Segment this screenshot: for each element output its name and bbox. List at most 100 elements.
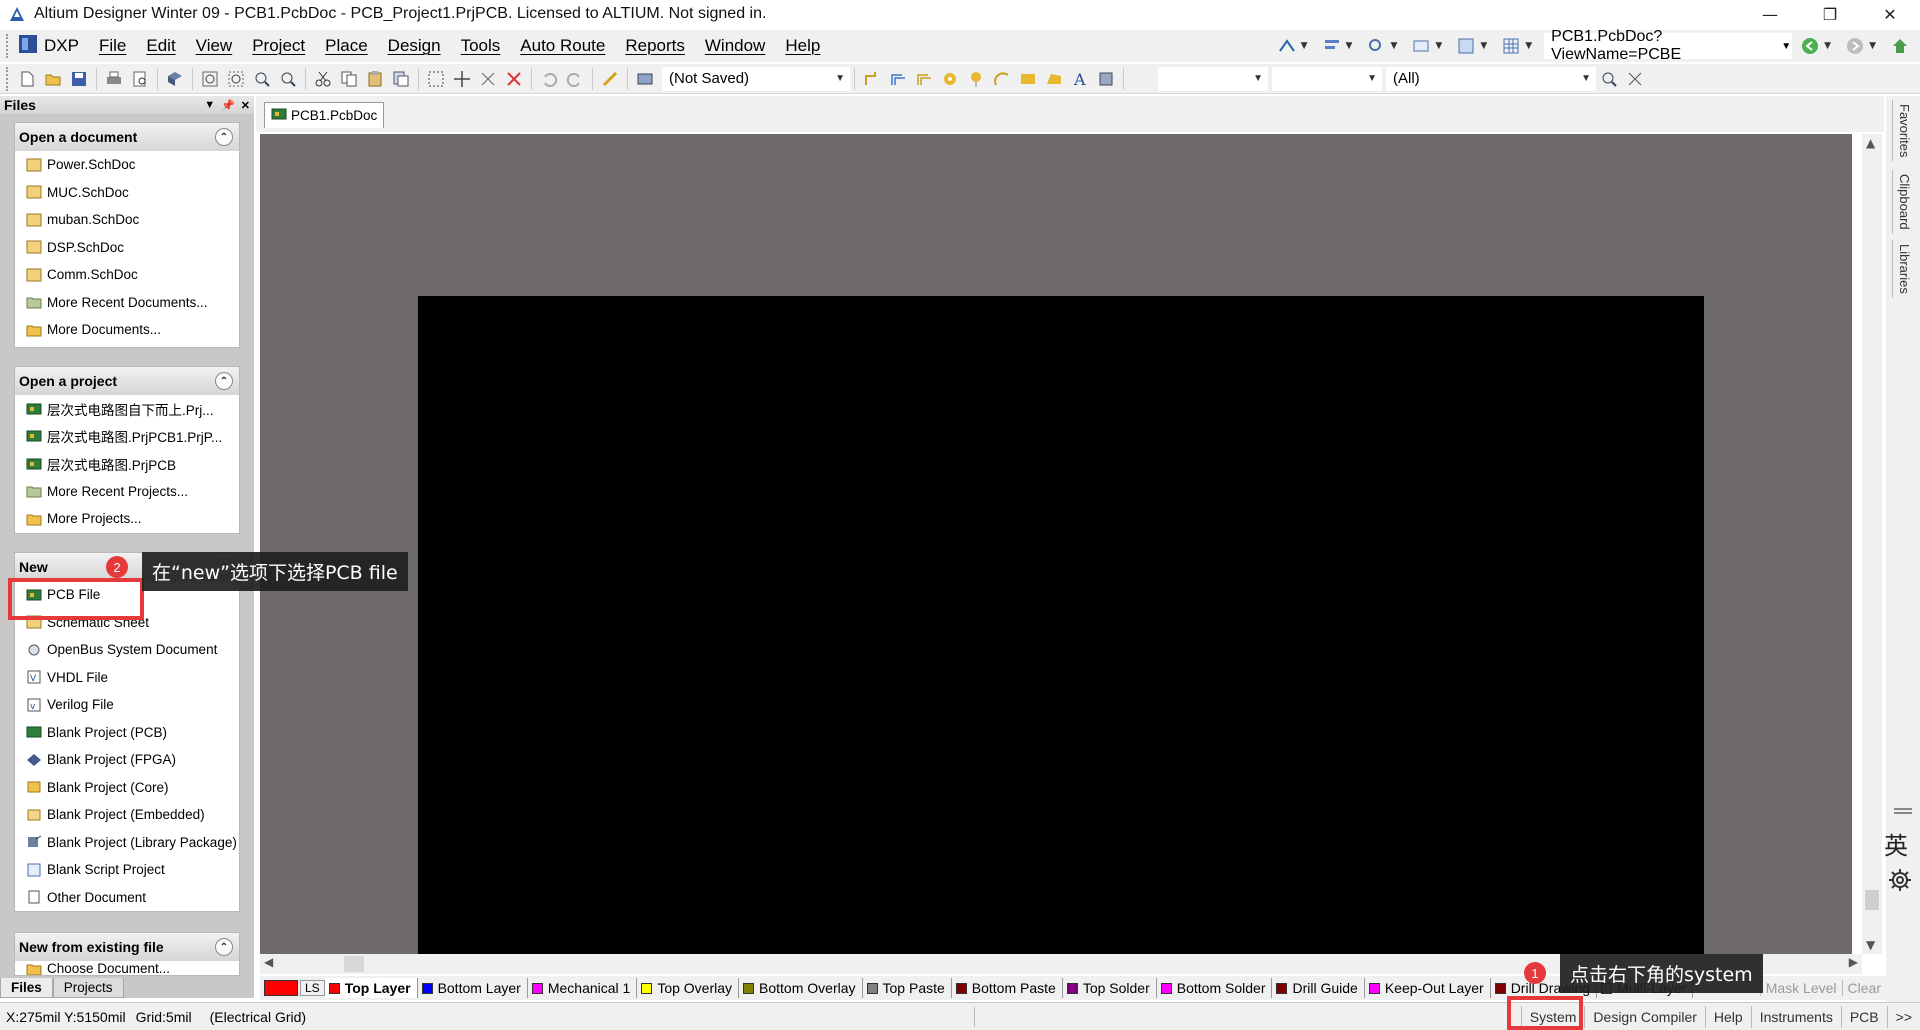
cut-icon[interactable]	[310, 66, 336, 92]
section-header[interactable]: New from existing file ⌃	[15, 933, 239, 961]
apply-filter-icon[interactable]	[1596, 66, 1622, 92]
menu-design[interactable]: Design	[378, 36, 451, 56]
dock-grip-icon[interactable]	[1894, 808, 1912, 814]
menu-place[interactable]: Place	[315, 36, 378, 56]
chevron-down-icon[interactable]: ▼	[1525, 41, 1532, 51]
print-icon[interactable]	[101, 66, 127, 92]
layer-tab[interactable]: Top Paste	[863, 978, 952, 998]
close-button[interactable]: ✕	[1860, 0, 1920, 28]
list-item[interactable]: Power.SchDoc	[15, 151, 239, 179]
clear-filter-icon[interactable]	[501, 66, 527, 92]
zoom-fit-icon[interactable]	[197, 66, 223, 92]
new-other-document-item[interactable]: Other Document	[15, 884, 239, 912]
cross-probe-icon[interactable]	[597, 66, 623, 92]
layer-tab[interactable]: Top Overlay	[637, 978, 740, 998]
collapse-icon[interactable]: ⌃	[215, 938, 233, 956]
layer-set-button[interactable]: LS	[300, 980, 325, 996]
list-item[interactable]: MUC.SchDoc	[15, 179, 239, 207]
room-tools-icon[interactable]	[1409, 34, 1433, 58]
place-via-icon[interactable]	[963, 66, 989, 92]
new-openbus-item[interactable]: OpenBus System Document	[15, 636, 239, 664]
align-tools-icon[interactable]	[1320, 34, 1344, 58]
collapse-icon[interactable]: ⌃	[215, 128, 233, 146]
menu-dxp[interactable]: DXP	[14, 34, 89, 59]
layer-tab[interactable]: Mechanical 1	[528, 978, 638, 998]
menu-tools[interactable]: Tools	[451, 36, 511, 56]
new-blank-project-library-item[interactable]: Blank Project (Library Package)	[15, 829, 239, 857]
place-arc-icon[interactable]	[989, 66, 1015, 92]
menu-auto-route[interactable]: Auto Route	[510, 36, 615, 56]
layer-tab[interactable]: Bottom Layer	[418, 978, 528, 998]
clear-filter-icon[interactable]	[1622, 66, 1648, 92]
new-document-icon[interactable]	[14, 66, 40, 92]
section-header[interactable]: Open a project ⌃	[15, 367, 239, 395]
dimension-tools-icon[interactable]	[1454, 34, 1478, 58]
back-icon[interactable]	[1798, 34, 1822, 58]
grid-icon[interactable]	[1499, 34, 1523, 58]
close-icon[interactable]: ✕	[241, 99, 250, 112]
pcb-button[interactable]: PCB	[1840, 1006, 1887, 1028]
filter-all-combo[interactable]: (All) ▼	[1386, 66, 1596, 91]
chevron-down-icon[interactable]: ▼	[1346, 41, 1353, 51]
new-blank-script-project-item[interactable]: Blank Script Project	[15, 856, 239, 884]
pcb-board[interactable]	[418, 296, 1704, 956]
collapse-icon[interactable]: ⌃	[215, 372, 233, 390]
layer-tab[interactable]: Drill Guide	[1272, 978, 1365, 998]
list-item[interactable]: muban.SchDoc	[15, 206, 239, 234]
tab-files[interactable]: Files	[0, 978, 53, 998]
design-compiler-button[interactable]: Design Compiler	[1584, 1006, 1704, 1028]
menu-file[interactable]: File	[89, 36, 136, 56]
chevron-down-icon[interactable]: ▼	[1480, 41, 1487, 51]
list-item[interactable]: More Recent Projects...	[15, 478, 239, 506]
list-item[interactable]: 层次式电路图.PrjPCB	[15, 450, 239, 478]
help-button[interactable]: Help	[1704, 1006, 1751, 1028]
scrollbar-thumb[interactable]	[344, 956, 364, 972]
zoom-selected-icon[interactable]	[249, 66, 275, 92]
deselect-icon[interactable]	[475, 66, 501, 92]
find-tools-icon[interactable]	[1364, 34, 1388, 58]
place-component-icon[interactable]	[1093, 66, 1119, 92]
wiring-tools-icon[interactable]	[1275, 34, 1299, 58]
menu-help[interactable]: Help	[775, 36, 830, 56]
undo-icon[interactable]	[536, 66, 562, 92]
chevron-down-icon[interactable]: ▼	[1301, 41, 1308, 51]
tab-projects[interactable]: Projects	[52, 978, 124, 998]
list-item[interactable]: DSP.SchDoc	[15, 234, 239, 262]
new-blank-project-fpga-item[interactable]: Blank Project (FPGA)	[15, 746, 239, 774]
menu-view[interactable]: View	[186, 36, 243, 56]
vertical-scrollbar[interactable]: ▲ ▼	[1862, 134, 1882, 954]
tab-libraries[interactable]: Libraries	[1892, 240, 1912, 298]
3d-view-icon[interactable]	[162, 66, 188, 92]
layer-tab[interactable]: Bottom Paste	[952, 978, 1063, 998]
list-item[interactable]: 层次式电路图.PrjPCB1.PrjP...	[15, 423, 239, 451]
menu-project[interactable]: Project	[242, 36, 315, 56]
place-string-icon[interactable]: A	[1067, 66, 1093, 92]
document-path-combo[interactable]: PCB1.PcbDoc?ViewName=PCBE ▼	[1544, 28, 1793, 63]
current-layer-swatch[interactable]	[264, 980, 298, 996]
home-icon[interactable]	[1888, 34, 1912, 58]
zoom-filtered-icon[interactable]	[275, 66, 301, 92]
scroll-right-icon[interactable]: ▶	[1849, 955, 1858, 969]
new-blank-project-pcb-item[interactable]: Blank Project (PCB)	[15, 719, 239, 747]
list-item[interactable]: Choose Document...	[15, 961, 239, 975]
place-polygon-icon[interactable]	[1041, 66, 1067, 92]
scroll-down-icon[interactable]: ▼	[1866, 938, 1875, 952]
filter-combo-1[interactable]: ▼	[1158, 66, 1268, 91]
list-item[interactable]: 层次式电路图自下而上.Prj...	[15, 395, 239, 423]
more-panels-button[interactable]: >>	[1886, 1006, 1920, 1028]
tab-favorites[interactable]: Favorites	[1892, 100, 1912, 162]
place-pad-icon[interactable]	[937, 66, 963, 92]
mask-level-button[interactable]: Mask Level	[1759, 980, 1842, 996]
menu-reports[interactable]: Reports	[615, 36, 695, 56]
menu-window[interactable]: Window	[695, 36, 775, 56]
menu-edit[interactable]: Edit	[136, 36, 185, 56]
chevron-down-icon[interactable]: ▼	[1390, 41, 1397, 51]
scroll-left-icon[interactable]: ◀	[264, 955, 273, 969]
pin-icon[interactable]: 📌	[221, 99, 235, 112]
pcb-canvas[interactable]	[260, 134, 1852, 956]
toolbar-grip[interactable]	[6, 66, 10, 91]
zoom-area-icon[interactable]	[223, 66, 249, 92]
toolbar-grip[interactable]	[6, 34, 10, 58]
minimize-button[interactable]: —	[1740, 0, 1800, 28]
save-state-combo[interactable]: (Not Saved) ▼	[662, 66, 850, 91]
